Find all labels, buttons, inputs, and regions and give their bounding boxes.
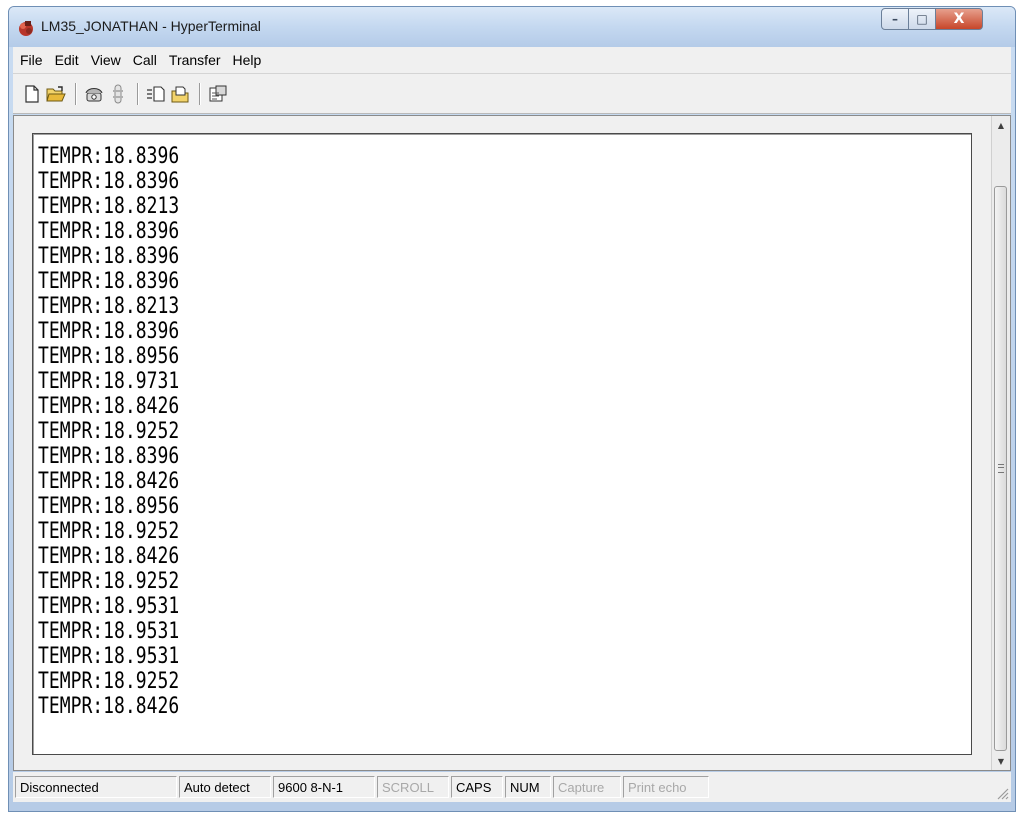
arrow-down-icon: ▼	[997, 756, 1005, 766]
terminal-line: TEMPR:18.8426	[38, 694, 180, 719]
disconnect-icon	[113, 84, 123, 103]
send-file-icon	[147, 85, 165, 102]
resize-grip-icon[interactable]	[993, 784, 1009, 800]
close-button[interactable]: X	[935, 8, 983, 30]
grip-icon	[997, 464, 1004, 473]
terminal-line: TEMPR:18.8956	[38, 494, 180, 519]
menu-call[interactable]: Call	[128, 52, 162, 68]
terminal-line: TEMPR:18.9252	[38, 419, 180, 444]
terminal-line: TEMPR:18.8213	[38, 294, 180, 319]
properties-icon	[209, 85, 227, 101]
toolbar-separator	[75, 82, 77, 105]
terminal-line: TEMPR:18.9531	[38, 594, 180, 619]
scroll-down-button[interactable]: ▼	[992, 752, 1010, 770]
status-print-echo: Print echo	[623, 776, 709, 798]
menu-file[interactable]: File	[15, 52, 48, 68]
maximize-icon: □	[916, 12, 928, 26]
minimize-button[interactable]: –	[881, 8, 909, 30]
send-file-button[interactable]	[145, 83, 167, 105]
vertical-scrollbar[interactable]: ▲ ▼	[991, 116, 1010, 770]
arrow-up-icon: ▲	[997, 120, 1005, 130]
call-icon	[85, 87, 103, 101]
status-bar: Disconnected Auto detect 9600 8-N-1 SCRO…	[13, 772, 1011, 802]
disconnect-button[interactable]	[107, 83, 129, 105]
receive-file-button[interactable]	[169, 83, 191, 105]
terminal-line: TEMPR:18.8956	[38, 344, 180, 369]
window-title: LM35_JONATHAN - HyperTerminal	[41, 18, 261, 34]
maximize-button[interactable]: □	[908, 8, 936, 30]
toolbar-separator	[137, 82, 139, 105]
menu-transfer[interactable]: Transfer	[164, 52, 226, 68]
open-folder-icon	[46, 85, 66, 101]
properties-button[interactable]	[207, 83, 229, 105]
terminal-line: TEMPR:18.8426	[38, 394, 180, 419]
minimize-icon: –	[892, 12, 898, 26]
hyperterminal-window: LM35_JONATHAN - HyperTerminal – □ X File…	[8, 6, 1016, 812]
terminal-screen[interactable]: TEMPR:18.8396 TEMPR:18.8396 TEMPR:18.8213 T…	[32, 133, 972, 755]
toolbar	[13, 74, 1011, 114]
status-capture: Capture	[553, 776, 621, 798]
terminal-line: TEMPR:18.8396	[38, 244, 180, 269]
scroll-up-button[interactable]: ▲	[992, 116, 1010, 134]
terminal-line: TEMPR:18.8396	[38, 219, 180, 244]
receive-file-icon	[171, 86, 189, 102]
terminal-line: TEMPR:18.8396	[38, 444, 180, 469]
menu-view[interactable]: View	[86, 52, 126, 68]
terminal-line: TEMPR:18.8396	[38, 169, 180, 194]
terminal-line: TEMPR:18.8426	[38, 469, 180, 494]
scroll-thumb[interactable]	[994, 186, 1007, 751]
menu-bar: File Edit View Call Transfer Help	[13, 47, 1011, 74]
title-bar[interactable]: LM35_JONATHAN - HyperTerminal – □ X	[9, 7, 1015, 47]
terminal-line: TEMPR:18.8396	[38, 319, 180, 344]
terminal-line: TEMPR:18.9252	[38, 669, 180, 694]
status-settings: 9600 8-N-1	[273, 776, 375, 798]
close-icon: X	[953, 11, 965, 27]
terminal-line: TEMPR:18.8426	[38, 544, 180, 569]
new-document-icon	[25, 84, 39, 103]
status-scroll: SCROLL	[377, 776, 449, 798]
status-connection: Disconnected	[15, 776, 177, 798]
terminal-line: TEMPR:18.8213	[38, 194, 180, 219]
status-detect: Auto detect	[179, 776, 271, 798]
menu-edit[interactable]: Edit	[50, 52, 84, 68]
open-button[interactable]	[45, 83, 67, 105]
hyperterminal-app-icon[interactable]	[17, 19, 35, 37]
terminal-line: TEMPR:18.8396	[38, 269, 180, 294]
terminal-client-area: TEMPR:18.8396 TEMPR:18.8396 TEMPR:18.8213 T…	[13, 115, 1011, 771]
status-caps: CAPS	[451, 776, 503, 798]
terminal-line: TEMPR:18.8396	[38, 144, 180, 169]
terminal-line: TEMPR:18.9252	[38, 519, 180, 544]
new-connection-button[interactable]	[21, 83, 43, 105]
toolbar-separator	[199, 82, 201, 105]
status-num: NUM	[505, 776, 551, 798]
terminal-line: TEMPR:18.9252	[38, 569, 180, 594]
menu-help[interactable]: Help	[228, 52, 267, 68]
terminal-line: TEMPR:18.9731	[38, 369, 180, 394]
terminal-output: TEMPR:18.8396 TEMPR:18.8396 TEMPR:18.8213 T…	[38, 144, 179, 719]
terminal-line: TEMPR:18.9531	[38, 644, 180, 669]
terminal-line: TEMPR:18.9531	[38, 619, 180, 644]
call-button[interactable]	[83, 83, 105, 105]
